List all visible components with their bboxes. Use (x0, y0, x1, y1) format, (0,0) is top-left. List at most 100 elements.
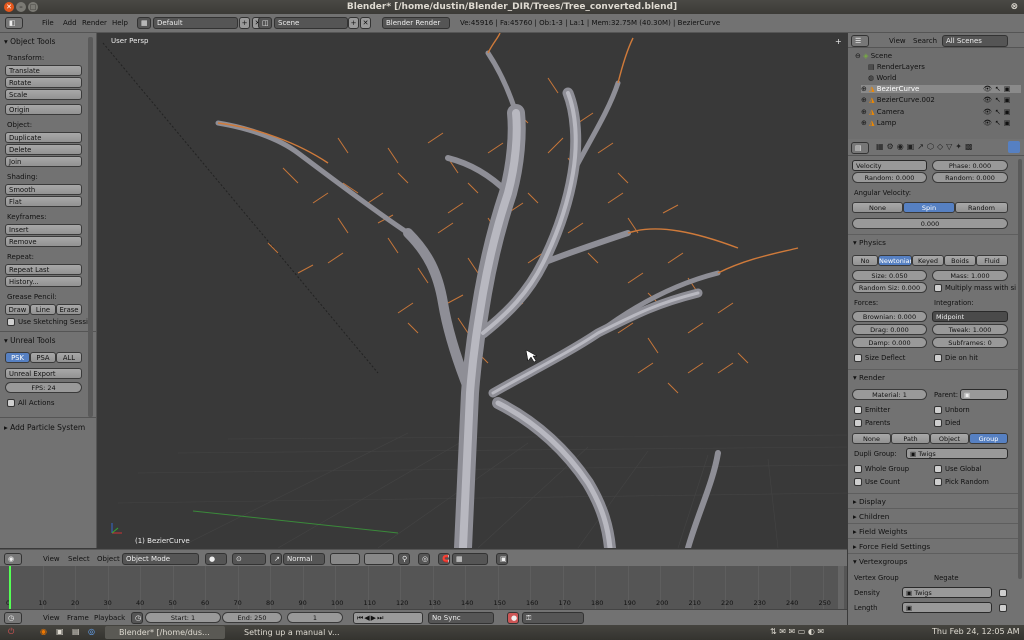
object-tools-header[interactable]: ▾ Object Tools (4, 37, 55, 46)
emitter-checkbox[interactable] (854, 406, 862, 414)
render-path-button[interactable]: Path (891, 433, 930, 444)
physics-keyed-button[interactable]: Keyed (912, 255, 944, 266)
children-panel-header[interactable]: ▸ Children (853, 512, 889, 521)
task-blender[interactable]: Blender* [/home/dus... (105, 626, 225, 639)
multiply-mass-checkbox[interactable] (934, 284, 942, 292)
scene-add-button[interactable]: + (348, 17, 359, 29)
delete-button[interactable]: Delete (5, 144, 82, 155)
vertexgroups-panel-header[interactable]: ▾ Vertexgroups (853, 557, 907, 566)
editor-type-icon[interactable]: ▤ (851, 142, 869, 154)
subframes-field[interactable]: Subframes: 0 (932, 337, 1008, 348)
tweak-field[interactable]: Tweak: 1.000 (932, 324, 1008, 335)
snap-element-select[interactable]: ▦ (452, 553, 488, 565)
origin-button[interactable]: Origin (5, 104, 82, 115)
integration-select[interactable]: Midpoint (932, 311, 1008, 322)
clock[interactable]: Thu Feb 24, 12:05 AM (932, 627, 1020, 636)
scene-remove-button[interactable]: ✕ (360, 17, 371, 29)
tab-psk[interactable]: PSK (5, 352, 30, 363)
outliner-item-beziercurve002[interactable]: ⊕ ◮ BezierCurve.002 (861, 96, 935, 104)
editor-type-icon[interactable]: ◉ (4, 553, 22, 565)
toolshelf-scrollbar[interactable] (88, 37, 93, 417)
grease-line-button[interactable]: Line (30, 304, 56, 315)
layers-grid-1[interactable] (330, 553, 360, 565)
record-icon[interactable]: ● (507, 612, 519, 624)
use-count-checkbox[interactable] (854, 478, 862, 486)
die-on-hit-checkbox[interactable] (934, 354, 942, 362)
menu-object[interactable]: Object (97, 555, 120, 563)
power-icon[interactable]: ⏻ (8, 627, 14, 637)
pick-random-checkbox[interactable] (934, 478, 942, 486)
terminal-icon[interactable]: ▣ (56, 627, 64, 636)
use-global-checkbox[interactable] (934, 465, 942, 473)
rotate-button[interactable]: Rotate (5, 77, 82, 88)
outliner-filter-select[interactable]: All Scenes (942, 35, 1008, 47)
length-group-field[interactable]: ▣ (902, 602, 992, 613)
properties-scrollbar[interactable] (1018, 159, 1022, 579)
unreal-export-button[interactable]: Unreal Export (5, 368, 82, 379)
density-group-field[interactable]: ▣ Twigs (902, 587, 992, 598)
random-velocity-field[interactable]: Random: 0.000 (852, 172, 927, 183)
blender-icon[interactable]: ◎ (88, 627, 95, 636)
unreal-tools-header[interactable]: ▾ Unreal Tools (4, 336, 55, 345)
playback-controls[interactable]: ⏮◀▶⏭ (353, 612, 423, 624)
start-frame-field[interactable]: Start: 1 (145, 612, 221, 623)
mode-select[interactable]: Object Mode (122, 553, 199, 565)
render-panel-header[interactable]: ▾ Render (853, 373, 885, 382)
keying-set-field[interactable]: ⚿ (522, 612, 584, 624)
render-engine-select[interactable]: Blender Render (382, 17, 450, 29)
outliner-item-world[interactable]: ◍ World (868, 74, 896, 82)
add-particle-header[interactable]: ▸ Add Particle System (4, 423, 85, 432)
material-field[interactable]: Material: 1 (852, 389, 927, 400)
random-phase-field[interactable]: Random: 0.000 (932, 172, 1008, 183)
pivot-select[interactable]: ⊙ (232, 553, 266, 565)
tab-all[interactable]: ALL (56, 352, 82, 363)
menu-select[interactable]: Select (68, 555, 90, 563)
scale-button[interactable]: Scale (5, 89, 82, 100)
3d-viewport[interactable]: User Persp (1) BezierCurve + (98, 33, 847, 548)
menu-help[interactable]: Help (112, 19, 128, 27)
random-size-field[interactable]: Random Siz: 0.000 (852, 282, 927, 293)
close-icon[interactable]: ✕ (4, 2, 14, 12)
menu-search[interactable]: Search (913, 37, 937, 45)
menu-playback[interactable]: Playback (94, 614, 125, 622)
editor-type-icon[interactable]: ◷ (4, 612, 22, 624)
fps-field[interactable]: FPS: 24 (5, 382, 82, 393)
visibility-icons[interactable]: 👁↖▣ (983, 85, 1013, 93)
current-frame-field[interactable]: 1 (287, 612, 343, 623)
grease-draw-button[interactable]: Draw (5, 304, 30, 315)
scene-select[interactable]: Scene (274, 17, 348, 29)
layers-grid-2[interactable] (364, 553, 394, 565)
velocity-select[interactable]: Velocity (852, 160, 927, 171)
physics-no-button[interactable]: No (852, 255, 878, 266)
menu-frame[interactable]: Frame (67, 614, 89, 622)
editor-type-icon[interactable]: ☰ (851, 35, 869, 47)
physics-fluid-button[interactable]: Fluid (976, 255, 1008, 266)
mass-field[interactable]: Mass: 1.000 (932, 270, 1008, 281)
drag-field[interactable]: Drag: 0.000 (852, 324, 927, 335)
firefox-icon[interactable]: ◉ (40, 627, 47, 636)
phase-field[interactable]: Phase: 0.000 (932, 160, 1008, 171)
layer-lock-icon[interactable]: ⚲ (398, 553, 410, 565)
parents-checkbox[interactable] (854, 419, 862, 427)
visibility-icons[interactable]: 👁↖▣ (983, 96, 1013, 104)
visibility-icons[interactable]: 👁↖▣ (983, 108, 1013, 116)
layout-add-button[interactable]: + (239, 17, 250, 29)
brownian-field[interactable]: Brownian: 0.000 (852, 311, 927, 322)
manipulator-icon[interactable]: ↗ (270, 553, 282, 565)
menu-file[interactable]: File (42, 19, 54, 27)
properties-tabs[interactable]: ▦⚙◉▣↗⬡◇▽✦▩ (876, 142, 976, 151)
angular-random-button[interactable]: Random (955, 202, 1008, 213)
dupli-group-field[interactable]: ▣ Twigs (906, 448, 1008, 459)
menu-view[interactable]: View (43, 555, 60, 563)
flat-button[interactable]: Flat (5, 196, 82, 207)
field-weights-panel-header[interactable]: ▸ Field Weights (853, 527, 907, 536)
editor-type-icon[interactable]: ◧ (5, 17, 23, 29)
render-none-button[interactable]: None (852, 433, 891, 444)
orientation-select[interactable]: Normal (283, 553, 325, 565)
snap-icon[interactable]: 🧲 (438, 553, 450, 565)
join-button[interactable]: Join (5, 156, 82, 167)
display-panel-header[interactable]: ▸ Display (853, 497, 886, 506)
duplicate-button[interactable]: Duplicate (5, 132, 82, 143)
grease-erase-button[interactable]: Erase (56, 304, 82, 315)
length-negate-checkbox[interactable] (999, 604, 1007, 612)
